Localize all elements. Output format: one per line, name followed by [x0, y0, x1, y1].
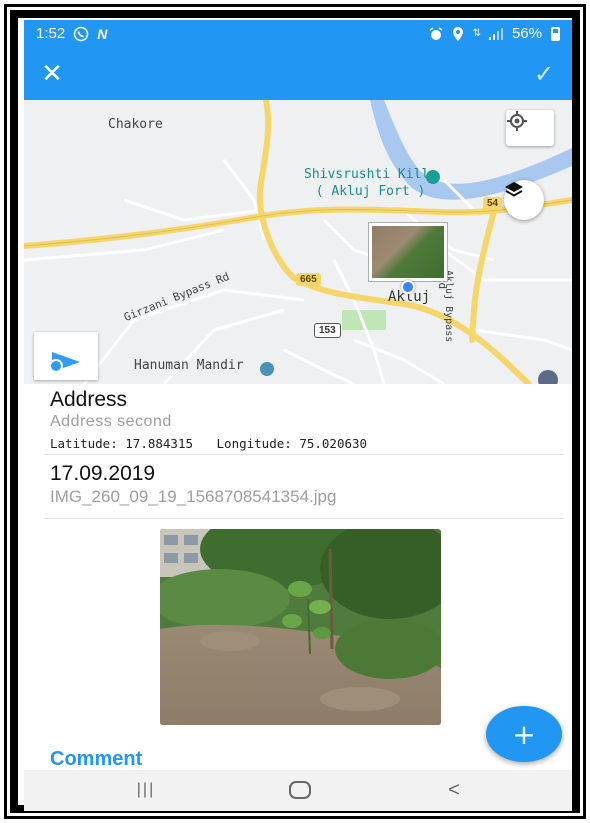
temple-pin-icon	[260, 362, 274, 376]
comment-label[interactable]: Comment	[50, 748, 142, 771]
location-dot	[401, 280, 415, 294]
latitude-value: 17.884315	[125, 436, 193, 451]
address-subtitle: Address second	[50, 413, 172, 430]
compass-button[interactable]	[34, 332, 98, 380]
record-file-name: IMG_260_09_19_1568708541354.jpg	[50, 487, 337, 506]
status-bar: 1:52 N ⇅ 56%	[24, 20, 572, 48]
record-photo[interactable]	[160, 529, 441, 725]
check-icon[interactable]: ✓	[530, 60, 558, 88]
recents-button[interactable]: |||	[126, 776, 166, 804]
map-label-fort: Shivsrushti Killa ( Akluj Fort )	[304, 166, 437, 200]
signal-icon	[488, 27, 503, 40]
my-location-button[interactable]	[506, 110, 554, 146]
record-section: 17.09.2019 IMG_260_09_19_1568708541354.j…	[24, 460, 572, 516]
address-title: Address	[50, 388, 128, 411]
photo-marker-thumbnail	[372, 226, 444, 278]
map-view[interactable]: Chakore Shivsrushti Killa ( Akluj Fort )…	[24, 100, 572, 384]
divider	[44, 518, 564, 519]
fort-pin-icon	[426, 170, 440, 184]
alarm-icon	[429, 26, 443, 41]
map-corner-icon	[538, 370, 558, 384]
add-button[interactable]: +	[486, 706, 562, 762]
coordinates: Latitude: 17.884315 Longitude: 75.020630	[50, 436, 367, 451]
home-icon	[289, 781, 311, 799]
status-right: ⇅ 56%	[429, 25, 560, 42]
latitude-label: Latitude:	[50, 436, 118, 451]
status-left: 1:52 N	[36, 25, 107, 42]
road-shield-153: 153	[314, 323, 341, 338]
record-date: 17.09.2019	[50, 462, 156, 485]
n-icon: N	[97, 25, 108, 42]
map-label-fort-line2: ( Akluj Fort )	[315, 184, 426, 199]
photo-marker[interactable]	[368, 222, 448, 282]
app-bar: ✕ ✓	[24, 48, 572, 100]
whatsapp-icon	[73, 26, 89, 42]
back-button[interactable]: <	[434, 776, 474, 804]
my-location-icon	[507, 111, 527, 131]
address-section: Address Address second Latitude: 17.8843…	[24, 384, 572, 452]
divider	[44, 454, 564, 455]
phone-screen: 1:52 N ⇅ 56% ✕ ✓ Chakore Shivsrushti Kil…	[24, 20, 572, 811]
map-label-hanuman: Hanuman Mandir	[134, 358, 244, 373]
compass-icon	[49, 352, 80, 373]
location-icon	[452, 26, 464, 41]
status-time: 1:52	[36, 25, 66, 42]
close-icon[interactable]: ✕	[38, 60, 66, 88]
map-roads	[24, 100, 572, 384]
navigation-bar: ||| <	[24, 770, 572, 811]
home-button[interactable]	[280, 776, 320, 804]
battery-percent: 56%	[511, 25, 542, 42]
layers-button[interactable]	[504, 180, 544, 220]
data-icon: ⇅	[472, 28, 481, 39]
longitude-label: Longitude:	[216, 436, 292, 451]
longitude-value: 75.020630	[299, 436, 368, 451]
battery-icon	[551, 26, 560, 41]
layers-icon	[505, 182, 523, 197]
road-shield-54: 54	[483, 197, 503, 210]
map-label-fort-line1: Shivsrushti Killa	[304, 167, 438, 182]
road-shield-665: 665	[296, 273, 321, 286]
plant-photo	[160, 529, 441, 725]
map-label-chakore: Chakore	[108, 117, 163, 132]
